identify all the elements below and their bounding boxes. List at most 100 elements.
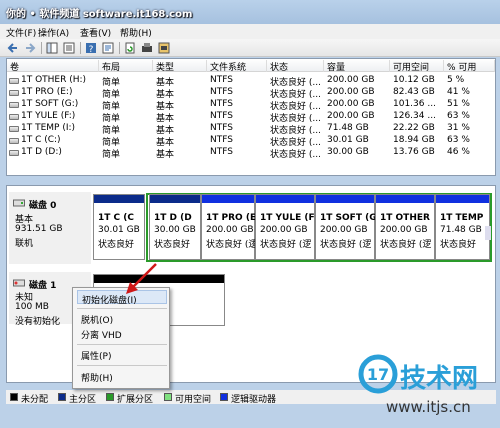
cell-free-space: 82.43 GB: [393, 87, 435, 97]
partition-f[interactable]: 1T YULE (F: 200.00 GB 状态良好 (逻: [255, 194, 316, 260]
cell-capacity: 200.00 GB: [327, 87, 375, 97]
column-header-free-space[interactable]: 可用空间: [390, 60, 444, 73]
settings-icon[interactable]: [158, 42, 170, 54]
cell-volume: 1T D (D:): [21, 147, 62, 157]
legend-label: 扩展分区: [117, 395, 154, 405]
partition-status: 状态良好: [440, 240, 477, 250]
column-header-type[interactable]: 类型: [153, 60, 207, 73]
partition-status: 状态良好: [154, 240, 191, 250]
help-icon[interactable]: ?: [85, 42, 97, 54]
partition-size: 200.00 GB: [380, 225, 428, 235]
table-row[interactable]: 1T C (C:) 简单 基本 NTFS 状态良好 (... 30.01 GB …: [7, 135, 495, 148]
watermark-brand: 技术网: [400, 364, 479, 394]
cell-capacity: 200.00 GB: [327, 111, 375, 121]
menu-item-label: 帮助(H): [81, 374, 113, 384]
partition-i[interactable]: 1T TEMP 71.48 GB 状态良好: [435, 194, 490, 260]
partition-status: 状态良好 (逻: [380, 240, 432, 250]
title-bar: 你的 • 软件频道 software.it168.com: [0, 0, 500, 24]
primary-partition-bar: [150, 195, 200, 203]
cell-filesystem: NTFS: [210, 147, 233, 157]
list-view-icon[interactable]: [63, 42, 75, 54]
menu-item-offline[interactable]: 脱机(O): [77, 311, 167, 326]
partition-size: 200.00 GB: [320, 225, 368, 235]
cell-free-space: 10.12 GB: [393, 75, 435, 85]
forward-arrow-icon[interactable]: [24, 42, 36, 54]
cell-free-space: 126.34 ...: [393, 111, 436, 121]
menu-file[interactable]: 文件(F): [6, 26, 36, 39]
cell-capacity: 200.00 GB: [327, 99, 375, 109]
partition-status: 状态良好 (逻: [320, 240, 372, 250]
menu-view[interactable]: 查看(V): [80, 26, 111, 39]
toolbar: ?: [0, 39, 500, 57]
legend-swatch-free: [164, 393, 172, 401]
legend-label: 主分区: [69, 395, 97, 405]
partition-status: 状态良好 (逻: [206, 240, 256, 250]
cell-filesystem: NTFS: [210, 123, 233, 133]
table-row[interactable]: 1T D (D:) 简单 基本 NTFS 状态良好 (... 30.00 GB …: [7, 147, 495, 160]
table-row[interactable]: 1T SOFT (G:) 简单 基本 NTFS 状态良好 (... 200.00…: [7, 99, 495, 112]
partition-e[interactable]: 1T PRO (E: 200.00 GB 状态良好 (逻: [201, 194, 256, 260]
cell-free-space: 13.76 GB: [393, 147, 435, 157]
logical-drive-bar: [376, 195, 434, 203]
cell-filesystem: NTFS: [210, 99, 233, 109]
column-header-status[interactable]: 状态: [267, 60, 324, 73]
cell-volume: 1T TEMP (I:): [21, 123, 76, 133]
partition-d[interactable]: 1T D (D 30.00 GB 状态良好: [149, 194, 201, 260]
cell-percent-free: 31 %: [447, 123, 470, 133]
disk-size: 100 MB: [15, 302, 49, 312]
menu-item-label: 脱机(O): [81, 316, 114, 326]
menu-separator: [77, 344, 167, 345]
drive-icon[interactable]: [141, 42, 153, 54]
cell-percent-free: 41 %: [447, 87, 470, 97]
disk-0-label[interactable]: 磁盘 0 基本 931.51 GB 联机: [9, 192, 91, 264]
logical-drive-bar: [316, 195, 374, 203]
red-arrow-icon: [126, 263, 157, 294]
legend-label: 逻辑驱动器: [231, 395, 277, 405]
partition-g[interactable]: 1T SOFT (G 200.00 GB 状态良好 (逻: [315, 194, 376, 260]
console-tree-icon[interactable]: [46, 42, 58, 54]
legend-swatch-unallocated: [10, 393, 18, 401]
menu-item-help[interactable]: 帮助(H): [77, 369, 167, 384]
column-header-capacity[interactable]: 容量: [324, 60, 390, 73]
menu-action[interactable]: 操作(A): [38, 26, 69, 39]
column-header-filesystem[interactable]: 文件系统: [207, 60, 267, 73]
properties-icon[interactable]: [102, 42, 114, 54]
watermark-url: www.itjs.cn: [386, 398, 471, 416]
disk-size: 931.51 GB: [15, 224, 63, 234]
partition-name: 1T SOFT (G: [320, 213, 376, 223]
table-row[interactable]: 1T PRO (E:) 简单 基本 NTFS 状态良好 (... 200.00 …: [7, 87, 495, 100]
partition-size: 30.01 GB: [98, 225, 140, 235]
menu-help[interactable]: 帮助(H): [120, 26, 152, 39]
menu-item-detach-vhd[interactable]: 分离 VHD: [77, 326, 167, 341]
cell-percent-free: 5 %: [447, 75, 465, 85]
volume-list-header: 卷 布局 类型 文件系统 状态 容量 可用空间 % 可用: [7, 59, 495, 73]
table-row[interactable]: 1T TEMP (I:) 简单 基本 NTFS 状态良好 (... 71.48 …: [7, 123, 495, 136]
logical-drive-bar: [436, 195, 489, 203]
partition-name: 1T D (D: [154, 213, 192, 223]
watermark-text: 你的 • 软件频道 software.it168.com: [6, 9, 193, 20]
disk-name: 磁盘 1: [29, 281, 57, 291]
table-row[interactable]: 1T OTHER (H:) 简单 基本 NTFS 状态良好 (... 200.0…: [7, 75, 495, 88]
column-header-volume[interactable]: 卷: [7, 60, 99, 73]
column-header-layout[interactable]: 布局: [99, 60, 153, 73]
volume-list: 卷 布局 类型 文件系统 状态 容量 可用空间 % 可用 1T OTHER (H…: [6, 58, 496, 176]
cell-capacity: 30.00 GB: [327, 147, 369, 157]
cell-percent-free: 63 %: [447, 135, 470, 145]
partition-h[interactable]: 1T OTHER 200.00 GB 状态良好 (逻: [375, 194, 435, 260]
refresh-icon[interactable]: [124, 42, 136, 54]
menu-item-properties[interactable]: 属性(P): [77, 347, 167, 362]
disk-icon: [13, 279, 25, 287]
partition-size: 200.00 GB: [206, 225, 254, 235]
cell-capacity: 200.00 GB: [327, 75, 375, 85]
toolbar-separator: [80, 42, 81, 54]
table-row[interactable]: 1T YULE (F:) 简单 基本 NTFS 状态良好 (... 200.00…: [7, 111, 495, 124]
cell-free-space: 101.36 ...: [393, 99, 436, 109]
legend-label: 未分配: [21, 395, 49, 405]
vertical-scrollbar[interactable]: [485, 226, 491, 240]
partition-c[interactable]: 1T C (C 30.01 GB 状态良好: [93, 194, 145, 260]
back-arrow-icon[interactable]: [7, 42, 19, 54]
toolbar-separator: [41, 42, 42, 54]
toolbar-separator: [119, 42, 120, 54]
disk-status: 联机: [15, 239, 34, 249]
column-header-percent-free[interactable]: % 可用: [444, 60, 495, 73]
